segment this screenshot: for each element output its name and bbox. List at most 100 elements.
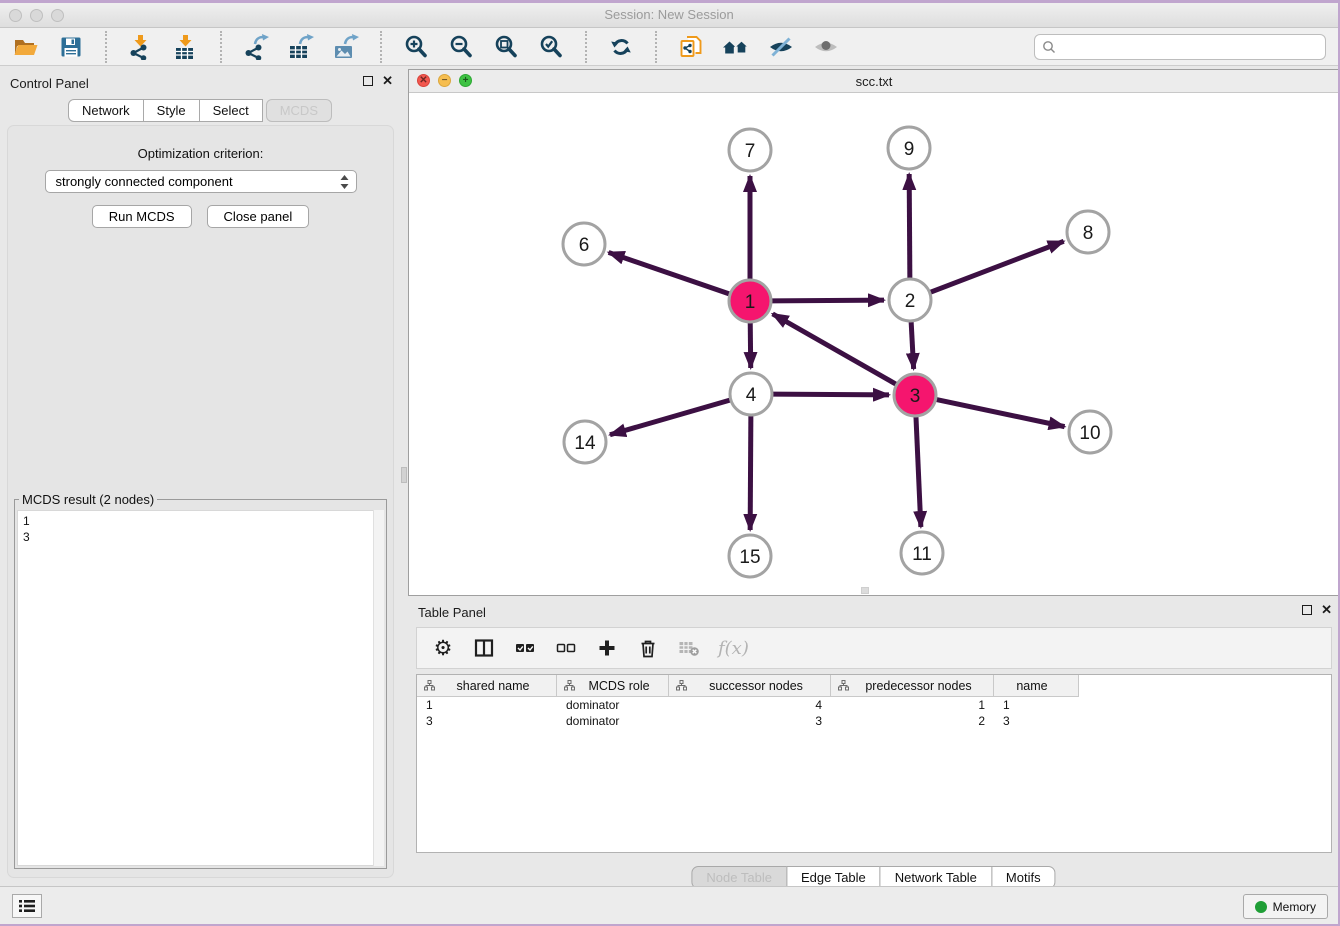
- table-cell[interactable]: 2: [831, 713, 994, 729]
- list-icon: [18, 899, 36, 913]
- tab-network[interactable]: Network: [68, 99, 144, 122]
- deselect-all-icon[interactable]: [554, 636, 578, 660]
- export-image-icon[interactable]: [332, 33, 360, 61]
- graph-edge-3-1[interactable]: [773, 314, 896, 384]
- float-panel-icon[interactable]: [363, 76, 373, 86]
- import-table-icon[interactable]: [172, 33, 200, 61]
- memory-status-dot: [1255, 901, 1267, 913]
- graph-node-label: 9: [904, 139, 915, 160]
- toolbar-separator: [220, 31, 222, 63]
- graph-edge-2-9[interactable]: [909, 174, 910, 278]
- toolbar-separator: [105, 31, 107, 63]
- delete-column-icon[interactable]: [636, 636, 660, 660]
- import-network-icon[interactable]: [127, 33, 155, 61]
- control-panel-tabs: Network Style Select MCDS: [0, 99, 401, 122]
- table-cell[interactable]: 1: [994, 697, 1079, 713]
- graph-node-label: 7: [745, 141, 756, 162]
- toolbar-separator: [380, 31, 382, 63]
- export-table-icon[interactable]: [287, 33, 315, 61]
- graph-edge-3-11[interactable]: [916, 417, 921, 527]
- table-cell[interactable]: dominator: [557, 713, 669, 729]
- network-canvas[interactable]: 7968124314101511: [409, 93, 1339, 595]
- table-cell[interactable]: 4: [669, 697, 831, 713]
- criterion-value: strongly connected component: [56, 174, 339, 189]
- function-builder-icon: f(x): [718, 636, 749, 660]
- table-cell[interactable]: 3: [994, 713, 1079, 729]
- table-cell[interactable]: 3: [669, 713, 831, 729]
- result-scrollbar[interactable]: [373, 510, 384, 866]
- tab-mcds[interactable]: MCDS: [266, 99, 332, 122]
- column-header-predecessor-nodes[interactable]: predecessor nodes: [831, 675, 994, 697]
- memory-label: Memory: [1273, 900, 1316, 914]
- zoom-selected-icon[interactable]: [537, 33, 565, 61]
- column-header-shared-name[interactable]: shared name: [417, 675, 557, 697]
- graph-edge-2-3[interactable]: [911, 322, 913, 369]
- add-column-icon[interactable]: [595, 636, 619, 660]
- mcds-result-title: MCDS result (2 nodes): [19, 492, 157, 507]
- first-neighbors-icon[interactable]: [722, 33, 750, 61]
- hide-graphics-details-icon[interactable]: [767, 33, 795, 61]
- tab-select[interactable]: Select: [199, 99, 263, 122]
- optimization-criterion-label: Optimization criterion:: [8, 146, 393, 161]
- table-cell[interactable]: 1: [831, 697, 994, 713]
- graph-node-label: 8: [1083, 223, 1094, 244]
- main-toolbar: [0, 28, 1338, 66]
- graph-node-label: 4: [746, 385, 757, 406]
- mcds-result-lines[interactable]: 13: [17, 510, 384, 866]
- graph-edge-2-8[interactable]: [931, 241, 1064, 292]
- table-row[interactable]: 1dominator411: [417, 697, 1331, 713]
- clone-network-icon[interactable]: [677, 33, 705, 61]
- zoom-out-icon[interactable]: [447, 33, 475, 61]
- graph-node-label: 3: [910, 386, 921, 407]
- tab-style[interactable]: Style: [143, 99, 200, 122]
- refresh-layout-icon[interactable]: [607, 33, 635, 61]
- task-history-button[interactable]: [12, 894, 42, 918]
- table-settings-gear-icon[interactable]: ⚙: [431, 636, 455, 660]
- show-graphics-details-icon[interactable]: [812, 33, 840, 61]
- graph-edge-4-14[interactable]: [610, 400, 730, 435]
- table-cell[interactable]: 1: [417, 697, 557, 713]
- search-box: [1034, 34, 1326, 60]
- search-icon: [1042, 40, 1056, 54]
- graph-edge-4-15[interactable]: [750, 416, 751, 530]
- close-table-panel-icon[interactable]: ✕: [1321, 605, 1332, 615]
- search-input[interactable]: [1061, 39, 1318, 54]
- graph-edge-1-6[interactable]: [609, 252, 730, 293]
- column-header-MCDS-role[interactable]: MCDS role: [557, 675, 669, 697]
- table-cell[interactable]: 3: [417, 713, 557, 729]
- graph-edge-1-2[interactable]: [772, 300, 884, 301]
- zoom-in-icon[interactable]: [402, 33, 430, 61]
- graph-edge-4-3[interactable]: [773, 394, 889, 395]
- canvas-resize-handle[interactable]: [861, 587, 869, 594]
- table-body: 1dominator4113dominator323: [417, 697, 1331, 729]
- show-columns-icon[interactable]: [472, 636, 496, 660]
- close-panel-button[interactable]: Close panel: [207, 205, 310, 228]
- export-network-icon[interactable]: [242, 33, 270, 61]
- network-graph: 7968124314101511: [409, 93, 1339, 596]
- graph-node-label: 14: [574, 433, 596, 454]
- table-cell[interactable]: dominator: [557, 697, 669, 713]
- fx-label: f(x): [718, 638, 749, 659]
- column-header-name[interactable]: name: [994, 675, 1079, 697]
- mcds-panel-body: Optimization criterion: strongly connect…: [7, 125, 394, 878]
- control-panel-title: Control Panel: [10, 76, 89, 91]
- close-panel-icon[interactable]: ✕: [382, 76, 393, 86]
- table-row[interactable]: 3dominator323: [417, 713, 1331, 729]
- splitter-grip[interactable]: [401, 467, 407, 483]
- panel-splitter[interactable]: [401, 69, 408, 886]
- graph-edge-3-10[interactable]: [937, 400, 1065, 427]
- open-session-icon[interactable]: [12, 33, 40, 61]
- toolbar-separator: [585, 31, 587, 63]
- window-title: Session: New Session: [0, 7, 1338, 22]
- criterion-select[interactable]: strongly connected component: [45, 170, 357, 193]
- zoom-fit-icon[interactable]: [492, 33, 520, 61]
- column-header-successor-nodes[interactable]: successor nodes: [669, 675, 831, 697]
- float-table-panel-icon[interactable]: [1302, 605, 1312, 615]
- select-all-icon[interactable]: [513, 636, 537, 660]
- save-session-icon[interactable]: [57, 33, 85, 61]
- memory-button[interactable]: Memory: [1243, 894, 1328, 919]
- table-toolbar: ⚙ f(x): [416, 627, 1332, 669]
- run-mcds-button[interactable]: Run MCDS: [92, 205, 192, 228]
- application-window: Session: New Session: [0, 0, 1340, 926]
- column-type-icon: [564, 680, 575, 691]
